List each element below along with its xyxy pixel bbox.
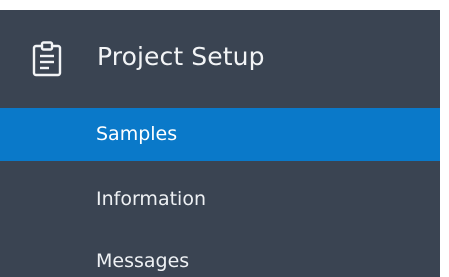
sidebar-panel: Project Setup Samples Information Messag… (0, 10, 440, 277)
section-title: Project Setup (97, 42, 265, 71)
clipboard-icon (32, 41, 62, 77)
nav-item-messages[interactable]: Messages (0, 235, 440, 277)
nav-item-label: Information (96, 188, 206, 210)
nav-item-label: Samples (96, 123, 178, 145)
nav-item-samples[interactable]: Samples (0, 108, 440, 161)
section-header-project-setup[interactable]: Project Setup (0, 10, 440, 108)
nav-item-label: Messages (96, 250, 190, 272)
nav-item-information[interactable]: Information (0, 173, 440, 226)
